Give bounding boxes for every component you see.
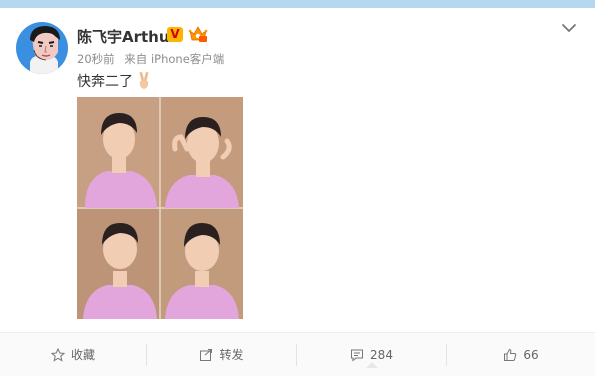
repost-label: 转发 xyxy=(219,348,244,362)
post-text-body: 快奔二了 xyxy=(77,74,133,90)
post-meta: 20秒前 来自 iPhone客户端 xyxy=(77,51,224,67)
repost-icon xyxy=(200,348,213,361)
post-text: 快奔二了 xyxy=(77,71,152,91)
comment-icon xyxy=(351,349,364,362)
member-crown-icon[interactable] xyxy=(188,25,208,43)
comment-count: 284 xyxy=(370,347,393,362)
comment-button[interactable]: 284 xyxy=(297,333,446,376)
avatar[interactable] xyxy=(16,22,68,74)
post-time[interactable]: 20秒前 xyxy=(77,52,115,66)
star-icon xyxy=(50,347,65,362)
comment-caret xyxy=(366,362,378,368)
favorite-label: 收藏 xyxy=(70,348,95,362)
like-count: 66 xyxy=(523,347,539,362)
action-bar: 收藏 转发 284 66 xyxy=(0,332,595,376)
verified-badge[interactable]: V xyxy=(167,27,183,42)
favorite-button[interactable]: 收藏 xyxy=(0,333,146,376)
post-source[interactable]: 来自 iPhone客户端 xyxy=(124,52,224,66)
thumbs-up-icon xyxy=(504,348,517,361)
like-button[interactable]: 66 xyxy=(447,333,595,376)
post-card: 陈飞宇Arthur V 20秒前 来自 iPhone客户端 快奔二了 收藏 转发… xyxy=(0,0,595,376)
author-name[interactable]: 陈飞宇Arthur xyxy=(77,26,177,47)
chevron-down-icon[interactable] xyxy=(561,20,577,34)
victory-hand-icon xyxy=(136,71,152,90)
post-image[interactable] xyxy=(77,97,243,319)
repost-button[interactable]: 转发 xyxy=(147,333,296,376)
